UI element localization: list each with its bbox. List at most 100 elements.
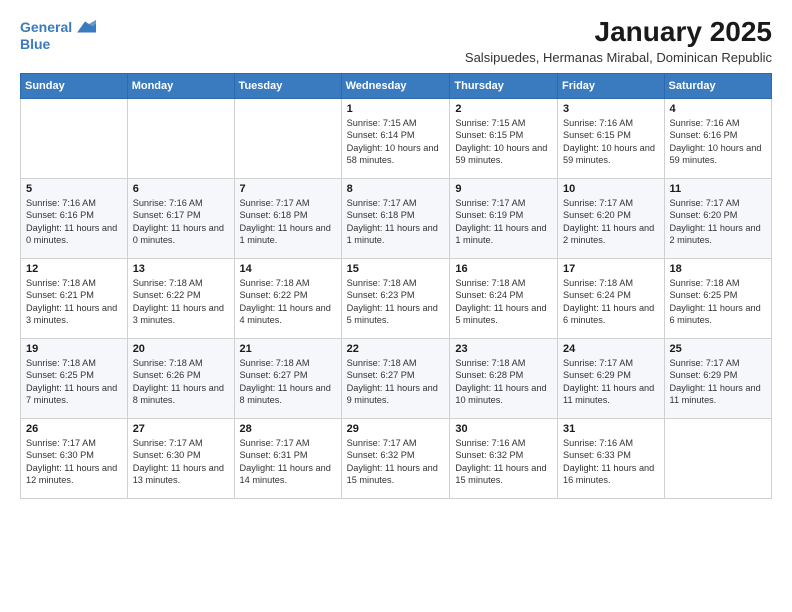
- day-cell: [234, 99, 341, 179]
- day-info: Sunrise: 7:18 AM Sunset: 6:27 PM Dayligh…: [240, 357, 336, 407]
- header-saturday: Saturday: [664, 74, 771, 99]
- subtitle: Salsipuedes, Hermanas Mirabal, Dominican…: [465, 50, 772, 65]
- day-cell: 13 Sunrise: 7:18 AM Sunset: 6:22 PM Dayli…: [127, 259, 234, 339]
- day-number: 13: [133, 263, 229, 275]
- day-number: 26: [26, 423, 122, 435]
- day-cell: 9Sunrise: 7:17 AM Sunset: 6:19 PM Daylig…: [450, 179, 558, 259]
- day-info: Sunrise: 7:18 AM Sunset: 6:24 PM Dayligh…: [563, 277, 658, 327]
- day-cell: 1Sunrise: 7:15 AM Sunset: 6:14 PM Daylig…: [341, 99, 450, 179]
- day-cell: 22Sunrise: 7:18 AM Sunset: 6:27 PM Dayli…: [341, 339, 450, 419]
- day-number: 10: [563, 183, 658, 195]
- day-info: Sunrise: 7:18 AM Sunset: 6:27 PM Dayligh…: [347, 357, 445, 407]
- day-number: 25: [670, 343, 766, 355]
- day-info: Sunrise: 7:18 AM Sunset: 6:26 PM Dayligh…: [133, 357, 229, 407]
- day-info: Sunrise: 7:16 AM Sunset: 6:32 PM Dayligh…: [455, 437, 552, 487]
- header: General Blue January 2025 Salsipuedes, H…: [20, 16, 772, 65]
- main-title: January 2025: [465, 16, 772, 48]
- day-info: Sunrise: 7:17 AM Sunset: 6:32 PM Dayligh…: [347, 437, 445, 487]
- day-number: 1: [347, 103, 445, 115]
- day-number: 27: [133, 423, 229, 435]
- day-number: 2: [455, 103, 552, 115]
- day-info: Sunrise: 7:17 AM Sunset: 6:19 PM Dayligh…: [455, 197, 552, 247]
- day-number: 8: [347, 183, 445, 195]
- header-monday: Monday: [127, 74, 234, 99]
- day-number: 14: [240, 263, 336, 275]
- day-cell: 27 Sunrise: 7:17 AM Sunset: 6:30 PM Dayli…: [127, 419, 234, 499]
- day-cell: 3 Sunrise: 7:16 AM Sunset: 6:15 PM Daylig…: [558, 99, 664, 179]
- day-cell: 29 Sunrise: 7:17 AM Sunset: 6:32 PM Dayli…: [341, 419, 450, 499]
- week-row-2: 5Sunrise: 7:16 AM Sunset: 6:16 PM Daylig…: [21, 179, 772, 259]
- day-info: Sunrise: 7:17 AM Sunset: 6:20 PM Dayligh…: [670, 197, 766, 247]
- day-info: Sunrise: 7:16 AM Sunset: 6:33 PM Dayligh…: [563, 437, 658, 487]
- logo-text-line2: Blue: [20, 36, 50, 53]
- header-friday: Friday: [558, 74, 664, 99]
- day-cell: 2 Sunrise: 7:15 AM Sunset: 6:15 PM Daylig…: [450, 99, 558, 179]
- day-number: 18: [670, 263, 766, 275]
- day-cell: 26 Sunrise: 7:17 AM Sunset: 6:30 PM Dayli…: [21, 419, 128, 499]
- day-info: Sunrise: 7:17 AM Sunset: 6:29 PM Dayligh…: [670, 357, 766, 407]
- day-number: 7: [240, 183, 336, 195]
- day-cell: 18 Sunrise: 7:18 AM Sunset: 6:25 PM Dayli…: [664, 259, 771, 339]
- day-cell: 20 Sunrise: 7:18 AM Sunset: 6:26 PM Dayli…: [127, 339, 234, 419]
- week-row-1: 1Sunrise: 7:15 AM Sunset: 6:14 PM Daylig…: [21, 99, 772, 179]
- header-wednesday: Wednesday: [341, 74, 450, 99]
- day-number: 24: [563, 343, 658, 355]
- header-tuesday: Tuesday: [234, 74, 341, 99]
- calendar-table: Sunday Monday Tuesday Wednesday Thursday…: [20, 73, 772, 499]
- title-block: January 2025 Salsipuedes, Hermanas Mirab…: [465, 16, 772, 65]
- day-cell: [664, 419, 771, 499]
- day-info: Sunrise: 7:17 AM Sunset: 6:18 PM Dayligh…: [240, 197, 336, 247]
- day-cell: 11 Sunrise: 7:17 AM Sunset: 6:20 PM Dayli…: [664, 179, 771, 259]
- day-info: Sunrise: 7:16 AM Sunset: 6:17 PM Dayligh…: [133, 197, 229, 247]
- day-cell: 7 Sunrise: 7:17 AM Sunset: 6:18 PM Daylig…: [234, 179, 341, 259]
- day-info: Sunrise: 7:18 AM Sunset: 6:25 PM Dayligh…: [670, 277, 766, 327]
- day-number: 4: [670, 103, 766, 115]
- day-cell: [127, 99, 234, 179]
- day-info: Sunrise: 7:16 AM Sunset: 6:15 PM Dayligh…: [563, 117, 658, 167]
- day-info: Sunrise: 7:18 AM Sunset: 6:22 PM Dayligh…: [133, 277, 229, 327]
- day-info: Sunrise: 7:17 AM Sunset: 6:29 PM Dayligh…: [563, 357, 658, 407]
- day-cell: 25 Sunrise: 7:17 AM Sunset: 6:29 PM Dayli…: [664, 339, 771, 419]
- day-number: 11: [670, 183, 766, 195]
- day-info: Sunrise: 7:17 AM Sunset: 6:31 PM Dayligh…: [240, 437, 336, 487]
- day-cell: 19 Sunrise: 7:18 AM Sunset: 6:25 PM Dayli…: [21, 339, 128, 419]
- day-cell: 17 Sunrise: 7:18 AM Sunset: 6:24 PM Dayli…: [558, 259, 664, 339]
- day-number: 21: [240, 343, 336, 355]
- day-cell: 12Sunrise: 7:18 AM Sunset: 6:21 PM Dayli…: [21, 259, 128, 339]
- day-number: 30: [455, 423, 552, 435]
- week-row-5: 26 Sunrise: 7:17 AM Sunset: 6:30 PM Dayli…: [21, 419, 772, 499]
- day-cell: 24 Sunrise: 7:17 AM Sunset: 6:29 PM Dayli…: [558, 339, 664, 419]
- week-row-4: 19 Sunrise: 7:18 AM Sunset: 6:25 PM Dayli…: [21, 339, 772, 419]
- day-number: 19: [26, 343, 122, 355]
- day-cell: 23Sunrise: 7:18 AM Sunset: 6:28 PM Dayli…: [450, 339, 558, 419]
- day-info: Sunrise: 7:18 AM Sunset: 6:25 PM Dayligh…: [26, 357, 122, 407]
- day-cell: 28 Sunrise: 7:17 AM Sunset: 6:31 PM Dayli…: [234, 419, 341, 499]
- logo-icon: [74, 16, 96, 38]
- day-cell: 30 Sunrise: 7:16 AM Sunset: 6:32 PM Dayli…: [450, 419, 558, 499]
- day-info: Sunrise: 7:17 AM Sunset: 6:30 PM Dayligh…: [133, 437, 229, 487]
- logo-text-line1: General: [20, 19, 72, 36]
- day-cell: 8 Sunrise: 7:17 AM Sunset: 6:18 PM Daylig…: [341, 179, 450, 259]
- day-number: 20: [133, 343, 229, 355]
- day-cell: 21 Sunrise: 7:18 AM Sunset: 6:27 PM Dayli…: [234, 339, 341, 419]
- day-number: 16: [455, 263, 552, 275]
- day-number: 3: [563, 103, 658, 115]
- day-cell: 10Sunrise: 7:17 AM Sunset: 6:20 PM Dayli…: [558, 179, 664, 259]
- day-number: 6: [133, 183, 229, 195]
- day-number: 17: [563, 263, 658, 275]
- day-number: 28: [240, 423, 336, 435]
- day-number: 29: [347, 423, 445, 435]
- day-info: Sunrise: 7:15 AM Sunset: 6:15 PM Dayligh…: [455, 117, 552, 167]
- day-info: Sunrise: 7:18 AM Sunset: 6:22 PM Dayligh…: [240, 277, 336, 327]
- week-row-3: 12Sunrise: 7:18 AM Sunset: 6:21 PM Dayli…: [21, 259, 772, 339]
- day-cell: [21, 99, 128, 179]
- day-cell: 16Sunrise: 7:18 AM Sunset: 6:24 PM Dayli…: [450, 259, 558, 339]
- day-number: 15: [347, 263, 445, 275]
- day-info: Sunrise: 7:16 AM Sunset: 6:16 PM Dayligh…: [670, 117, 766, 167]
- days-header-row: Sunday Monday Tuesday Wednesday Thursday…: [21, 74, 772, 99]
- day-info: Sunrise: 7:17 AM Sunset: 6:30 PM Dayligh…: [26, 437, 122, 487]
- day-cell: 5Sunrise: 7:16 AM Sunset: 6:16 PM Daylig…: [21, 179, 128, 259]
- day-cell: 15Sunrise: 7:18 AM Sunset: 6:23 PM Dayli…: [341, 259, 450, 339]
- day-info: Sunrise: 7:18 AM Sunset: 6:28 PM Dayligh…: [455, 357, 552, 407]
- day-info: Sunrise: 7:17 AM Sunset: 6:18 PM Dayligh…: [347, 197, 445, 247]
